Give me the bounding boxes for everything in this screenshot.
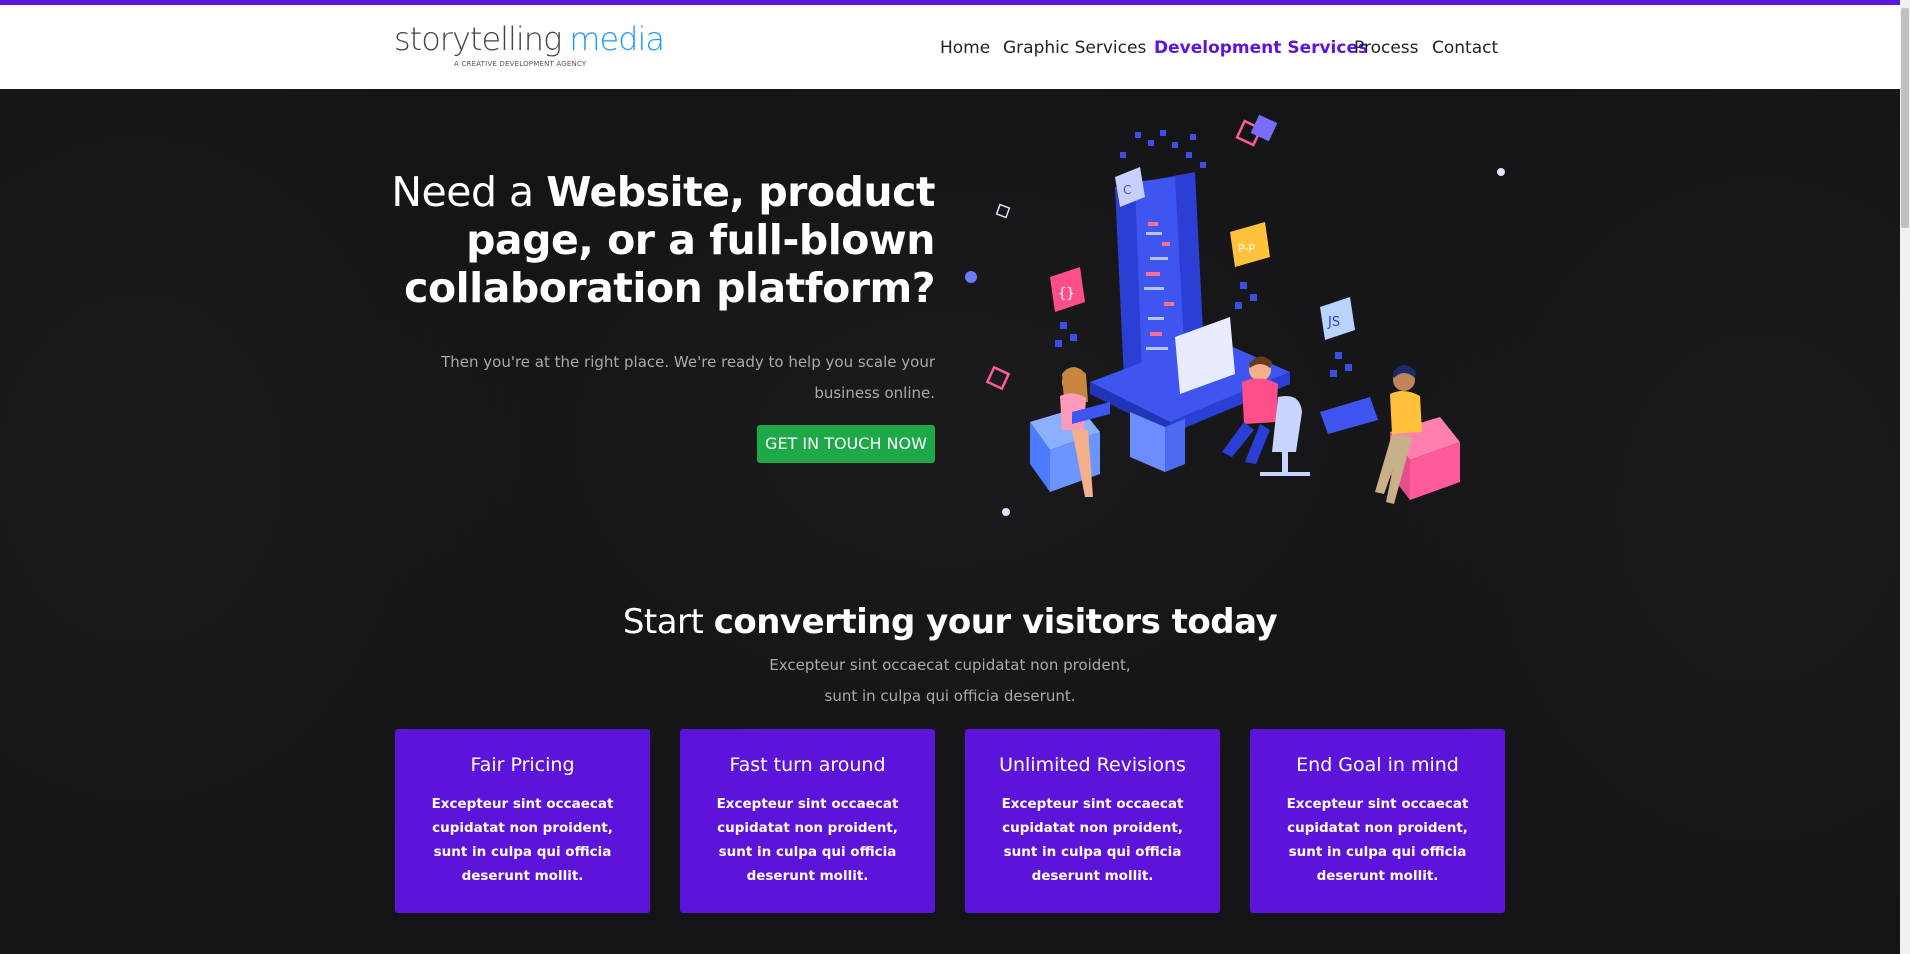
logo-wordmark: storytelling media (394, 19, 665, 59)
hero-subtitle: Then you're at the right place. We're re… (441, 353, 935, 402)
page: storytelling media A CREATIVE DEVELOPMENT… (0, 0, 1910, 954)
card-text: Excepteur sint occaecat cupidatat non pr… (431, 796, 614, 884)
card-title: End Goal in mind (1296, 754, 1459, 776)
section-title: Start converting your visitors today (0, 600, 1900, 644)
decor-dot (1497, 168, 1505, 176)
decor-dot (965, 271, 977, 283)
card-title: Unlimited Revisions (999, 754, 1186, 776)
svg-text:C: C (1123, 183, 1131, 197)
nav-process[interactable]: Process (1354, 35, 1419, 61)
nav-contact[interactable]: Contact (1432, 35, 1498, 61)
decor-square (985, 365, 1011, 391)
section-subtitle-line: Excepteur sint occaecat cupidatat non pr… (769, 656, 1131, 674)
site-logo[interactable]: storytelling media A CREATIVE DEVELOPMENT… (394, 19, 665, 79)
section-title-bold: converting your visitors today (713, 602, 1278, 642)
svg-text:P-P: P-P (1238, 242, 1255, 255)
decor-square (1250, 114, 1278, 142)
section-subtitle-line: sunt in culpa qui officia deserunt. (824, 687, 1076, 705)
nav-development-services[interactable]: Development Services (1154, 35, 1368, 61)
developer-shirt (1242, 378, 1278, 424)
card-title: Fast turn around (729, 754, 886, 776)
card-text: Excepteur sint occaecat cupidatat non pr… (716, 796, 899, 884)
developers-illustration: C P-P {} JS (965, 114, 1505, 516)
js-card-icon: JS (1320, 297, 1355, 340)
braces-card-icon: {} (1050, 267, 1085, 312)
decor-square (995, 203, 1011, 219)
logo-tagline: A CREATIVE DEVELOPMENT AGENCY (454, 60, 587, 68)
nav-graphic-services[interactable]: Graphic Services (1003, 35, 1146, 61)
nav-home[interactable]: Home (940, 35, 990, 61)
section-title-light: Start (622, 602, 714, 642)
feature-card-fast-turn-around: Fast turn around Excepteur sint occaecat… (680, 729, 935, 913)
svg-text:JS: JS (1327, 315, 1340, 330)
feature-card-fair-pricing: Fair Pricing Excepteur sint occaecat cup… (395, 729, 650, 913)
right-developer (1320, 365, 1460, 504)
pixel-cluster (1120, 130, 1206, 168)
feature-card-end-goal: End Goal in mind Excepteur sint occaecat… (1250, 729, 1505, 913)
site-header: storytelling media A CREATIVE DEVELOPMENT… (0, 5, 1900, 89)
get-in-touch-button[interactable]: GET IN TOUCH NOW (757, 425, 935, 463)
svg-text:{}: {} (1058, 286, 1075, 302)
feature-cards: Fair Pricing Excepteur sint occaecat cup… (395, 729, 1506, 913)
section-subtitle: Excepteur sint occaecat cupidatat non pr… (0, 650, 1900, 712)
hero-title-light: Need a (391, 168, 547, 216)
card-text: Excepteur sint occaecat cupidatat non pr… (1001, 796, 1184, 884)
feature-card-unlimited-revisions: Unlimited Revisions Excepteur sint occae… (965, 729, 1220, 913)
decor-dot (1002, 508, 1010, 516)
logo-story-text: storytelling (394, 20, 562, 58)
hero-title: Need a Website, product page, or a full-… (380, 168, 935, 312)
logo-media-text: media (569, 20, 665, 58)
scrollbar-thumb[interactable] (1901, 8, 1909, 228)
php-card-icon: P-P (1230, 222, 1270, 267)
card-title: Fair Pricing (470, 754, 575, 776)
card-text: Excepteur sint occaecat cupidatat non pr… (1286, 796, 1469, 884)
